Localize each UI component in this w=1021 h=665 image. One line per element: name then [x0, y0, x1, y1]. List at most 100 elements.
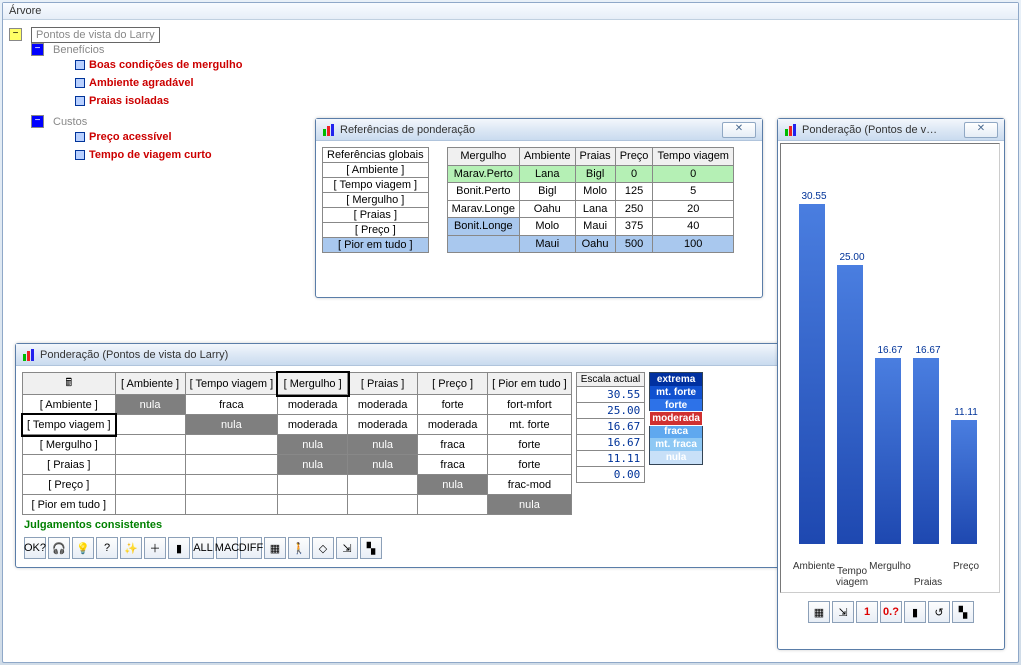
row-header[interactable]: [ Mergulho ]: [23, 435, 116, 455]
bulb-on-icon[interactable]: ✨: [120, 537, 142, 559]
matrix-cell[interactable]: nula: [418, 475, 488, 495]
legend-item[interactable]: moderada: [650, 412, 702, 425]
matrix-cell[interactable]: frac-mod: [488, 475, 572, 495]
matrix-cell[interactable]: [278, 475, 348, 495]
tree-view[interactable]: − Pontos de vista do Larry − Benefícios …: [9, 26, 242, 170]
col-header[interactable]: Ambiente: [520, 148, 575, 166]
diff-icon[interactable]: DIFF: [240, 537, 262, 559]
matrix-cell[interactable]: forte: [488, 455, 572, 475]
mac-icon[interactable]: MAC: [216, 537, 238, 559]
matrix-cell[interactable]: nula: [348, 435, 418, 455]
col-header[interactable]: Praias: [575, 148, 615, 166]
tree-leaf[interactable]: Ambiente agradável: [89, 77, 194, 89]
tree-leaf[interactable]: Boas condições de mergulho: [89, 59, 242, 71]
ref-item-selected[interactable]: [ Tempo viagem ]: [323, 178, 429, 193]
tree-leaf[interactable]: Praias isoladas: [89, 95, 169, 107]
matrix-cell[interactable]: [185, 475, 278, 495]
tree-benefits-label[interactable]: Benefícios: [53, 44, 104, 56]
tree-leaf[interactable]: Tempo de viagem curto: [89, 149, 212, 161]
legend-item[interactable]: fraca: [650, 425, 702, 438]
matrix-cell[interactable]: nula: [185, 415, 278, 435]
mosaic-icon[interactable]: ▚: [360, 537, 382, 559]
table-row[interactable]: Marav.Perto Lana Bigl 0 0: [447, 165, 733, 183]
references-list[interactable]: Referências globais [ Ambiente ] [ Tempo…: [322, 147, 429, 253]
weighting-matrix[interactable]: 🖩[ Ambiente ][ Tempo viagem ][ Mergulho …: [22, 372, 572, 515]
matrix-cell[interactable]: moderada: [348, 395, 418, 415]
row-header[interactable]: [ Pior em tudo ]: [23, 495, 116, 515]
ref-item[interactable]: [ Ambiente ]: [323, 163, 429, 178]
matrix-cell[interactable]: forte: [488, 435, 572, 455]
matrix-cell[interactable]: mt. forte: [488, 415, 572, 435]
grid-icon[interactable]: ▦: [808, 601, 830, 623]
col-header[interactable]: [ Tempo viagem ]: [185, 373, 278, 395]
matrix-cell[interactable]: [115, 475, 185, 495]
tree-costs-label[interactable]: Custos: [53, 116, 87, 128]
row-header[interactable]: [ Tempo viagem ]: [23, 415, 116, 435]
matrix-cell[interactable]: [115, 495, 185, 515]
diamond-icon[interactable]: ◇: [312, 537, 334, 559]
matrix-cell[interactable]: fraca: [418, 435, 488, 455]
zeroq-icon[interactable]: 0.?: [880, 601, 902, 623]
col-header[interactable]: [ Preço ]: [418, 373, 488, 395]
legend-item[interactable]: nula: [650, 451, 702, 464]
matrix-cell[interactable]: nula: [488, 495, 572, 515]
legend-item[interactable]: mt. forte: [650, 386, 702, 399]
matrix-cell[interactable]: [185, 495, 278, 515]
matrix-cell[interactable]: moderada: [418, 415, 488, 435]
grid-icon[interactable]: ▦: [264, 537, 286, 559]
table-row[interactable]: Marav.Longe Oahu Lana 250 20: [447, 200, 733, 218]
calculator-icon[interactable]: 🖩: [65, 377, 72, 389]
matrix-cell[interactable]: [185, 435, 278, 455]
row-header[interactable]: [ Preço ]: [23, 475, 116, 495]
row-header[interactable]: [ Praias ]: [23, 455, 116, 475]
table-row[interactable]: Maui Oahu 500 100: [447, 235, 733, 253]
close-button[interactable]: ✕: [964, 122, 998, 138]
person-icon[interactable]: 🚶: [288, 537, 310, 559]
matrix-cell[interactable]: moderada: [278, 395, 348, 415]
matrix-cell[interactable]: fort-mfort: [488, 395, 572, 415]
bars-icon[interactable]: ▮: [904, 601, 926, 623]
matrix-cell[interactable]: nula: [348, 455, 418, 475]
all-icon[interactable]: ALL: [192, 537, 214, 559]
matrix-cell[interactable]: nula: [115, 395, 185, 415]
matrix-cell[interactable]: moderada: [348, 415, 418, 435]
tree-toggle-benefits[interactable]: −: [31, 43, 44, 56]
matrix-cell[interactable]: nula: [278, 455, 348, 475]
ref-item[interactable]: [ Mergulho ]: [323, 193, 429, 208]
matrix-cell[interactable]: [115, 415, 185, 435]
col-header[interactable]: Tempo viagem: [653, 148, 734, 166]
matrix-cell[interactable]: [348, 475, 418, 495]
matrix-cell[interactable]: [115, 435, 185, 455]
matrix-cell[interactable]: [418, 495, 488, 515]
headset-icon[interactable]: 🎧: [48, 537, 70, 559]
ref-item[interactable]: [ Pior em tudo ]: [323, 238, 429, 253]
matrix-cell[interactable]: [278, 495, 348, 515]
table-row[interactable]: Bonit.Perto Bigl Molo 125 5: [447, 183, 733, 201]
ref-item[interactable]: [ Preço ]: [323, 223, 429, 238]
col-header[interactable]: Mergulho: [447, 148, 519, 166]
row-header[interactable]: [ Ambiente ]: [23, 395, 116, 415]
bulb-question-icon[interactable]: ?: [96, 537, 118, 559]
tree-leaf[interactable]: Preço acessível: [89, 131, 172, 143]
matrix-cell[interactable]: forte: [418, 395, 488, 415]
matrix-cell[interactable]: moderada: [278, 415, 348, 435]
matrix-cell[interactable]: [348, 495, 418, 515]
col-header[interactable]: [ Pior em tudo ]: [488, 373, 572, 395]
col-header[interactable]: [ Mergulho ]: [278, 373, 348, 395]
bars-icon[interactable]: ▮: [168, 537, 190, 559]
matrix-cell[interactable]: [115, 455, 185, 475]
col-header[interactable]: [ Praias ]: [348, 373, 418, 395]
ladder-icon[interactable]: ⇲: [336, 537, 358, 559]
matrix-cell[interactable]: [185, 455, 278, 475]
tree-toggle-root[interactable]: −: [9, 28, 22, 41]
one-icon[interactable]: 1: [856, 601, 878, 623]
intensity-legend[interactable]: extremamt. fortefortemoderadafracamt. fr…: [649, 372, 703, 465]
matrix-cell[interactable]: fraca: [185, 395, 278, 415]
legend-item[interactable]: mt. fraca: [650, 438, 702, 451]
plus-icon[interactable]: ＋: [144, 537, 166, 559]
col-header[interactable]: Preço: [615, 148, 653, 166]
col-header[interactable]: [ Ambiente ]: [115, 373, 185, 395]
legend-item[interactable]: forte: [650, 399, 702, 412]
close-button[interactable]: ✕: [722, 122, 756, 138]
mosaic-icon[interactable]: ▚: [952, 601, 974, 623]
